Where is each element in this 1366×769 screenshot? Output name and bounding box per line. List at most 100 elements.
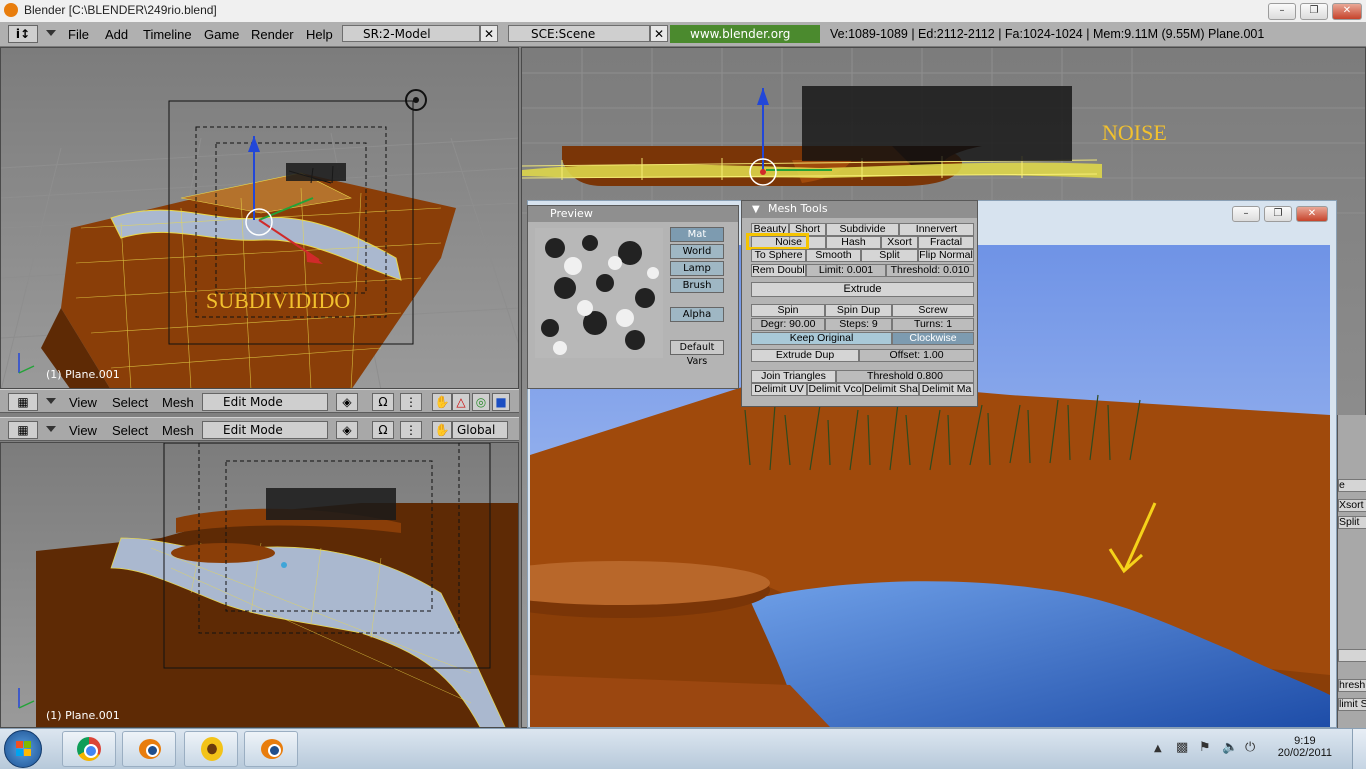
viewport-bottom-left[interactable]: (1) Plane.001 xyxy=(0,442,519,728)
mode-selector[interactable]: Edit Mode xyxy=(202,421,328,439)
delimit-uv-toggle[interactable]: Delimit UV xyxy=(751,383,807,396)
blender-website-link[interactable]: www.blender.org 249.2 xyxy=(670,25,820,59)
menu-select[interactable]: Select xyxy=(112,395,148,410)
menu-file[interactable]: File xyxy=(68,27,89,42)
menu-add[interactable]: Add xyxy=(105,27,128,42)
keep-original-toggle[interactable]: Keep Original xyxy=(751,332,892,345)
innervert-button[interactable]: Innervert xyxy=(899,223,974,236)
hash-button[interactable]: Hash xyxy=(826,236,881,249)
render-minimize-icon[interactable]: – xyxy=(1232,206,1260,222)
fractal-button[interactable]: Fractal xyxy=(918,236,974,249)
render-close-icon[interactable]: ✕ xyxy=(1296,206,1328,222)
steps-field[interactable]: Steps: 9 xyxy=(825,318,892,331)
translate-manipulator-icon[interactable]: ■ xyxy=(492,393,510,411)
to-sphere-button[interactable]: To Sphere xyxy=(751,249,806,262)
power-icon[interactable]: ⏻ xyxy=(1245,740,1255,755)
collapse-menu-icon[interactable] xyxy=(46,426,56,432)
subdivide-button[interactable]: Subdivide xyxy=(826,223,899,236)
chrome-taskbar-icon[interactable] xyxy=(62,731,116,767)
snap-icon[interactable]: ⋮ xyxy=(400,393,422,411)
menu-select[interactable]: Select xyxy=(112,423,148,438)
side-fragment-split[interactable]: Split xyxy=(1338,516,1366,529)
extrude-dup-button[interactable]: Extrude Dup xyxy=(751,349,859,362)
delimit-sha-toggle[interactable]: Delimit Sha xyxy=(863,383,919,396)
join-threshold-field[interactable]: Threshold 0.800 xyxy=(836,370,974,383)
side-fragment-e[interactable]: e xyxy=(1338,479,1366,492)
collapse-menu-icon[interactable] xyxy=(46,398,56,404)
xsort-button[interactable]: Xsort xyxy=(881,236,918,249)
network-icon[interactable]: ▩ xyxy=(1176,740,1188,755)
editor-type-icon[interactable]: ▦ xyxy=(8,393,38,411)
delimit-ma-toggle[interactable]: Delimit Ma xyxy=(919,383,974,396)
threshold-field[interactable]: Threshold: 0.010 xyxy=(886,264,974,277)
limit-field[interactable]: Limit: 0.001 xyxy=(806,264,886,277)
mode-selector[interactable]: Edit Mode xyxy=(202,393,328,411)
preview-alpha-button[interactable]: Alpha xyxy=(670,307,724,322)
flip-normal-button[interactable]: Flip Normal xyxy=(918,249,974,262)
side-fragment-xsort[interactable]: Xsort xyxy=(1338,499,1366,512)
split-button[interactable]: Split xyxy=(861,249,918,262)
blender-taskbar-icon[interactable] xyxy=(122,731,176,767)
side-fragment-o[interactable]: O xyxy=(1338,649,1366,662)
magnet-icon[interactable]: Ω xyxy=(372,393,394,411)
menu-render[interactable]: Render xyxy=(251,27,294,42)
menu-help[interactable]: Help xyxy=(306,27,333,42)
spin-button[interactable]: Spin xyxy=(751,304,825,317)
preview-lamp-button[interactable]: Lamp xyxy=(670,261,724,276)
pivot-icon[interactable]: ◈ xyxy=(336,421,358,439)
menu-mesh[interactable]: Mesh xyxy=(162,423,194,438)
snap-icon[interactable]: ⋮ xyxy=(400,421,422,439)
delimit-vco-toggle[interactable]: Delimit Vco xyxy=(807,383,863,396)
screen-selector[interactable]: SR:2-Model xyxy=(342,25,480,42)
hand-icon[interactable]: ✋ xyxy=(432,393,452,411)
hand-icon[interactable]: ✋ xyxy=(432,421,452,439)
menu-mesh[interactable]: Mesh xyxy=(162,395,194,410)
scene-stats: Ve:1089-1089 | Ed:2112-2112 | Fa:1024-10… xyxy=(830,27,1265,41)
rotate-manipulator-icon[interactable]: △ xyxy=(452,393,470,411)
side-fragment-threshold[interactable]: hresh xyxy=(1338,679,1366,692)
preview-world-button[interactable]: World xyxy=(670,244,724,259)
smooth-button[interactable]: Smooth xyxy=(806,249,861,262)
scale-manipulator-icon[interactable]: ◎ xyxy=(472,393,490,411)
delete-scene-icon[interactable]: ✕ xyxy=(650,25,668,42)
minimize-icon[interactable]: – xyxy=(1268,3,1296,20)
clockwise-toggle[interactable]: Clockwise xyxy=(892,332,974,345)
menu-game[interactable]: Game xyxy=(204,27,239,42)
screw-button[interactable]: Screw xyxy=(892,304,974,317)
pivot-icon[interactable]: ◈ xyxy=(336,393,358,411)
delete-screen-icon[interactable]: ✕ xyxy=(480,25,498,42)
orientation-selector[interactable]: Global xyxy=(452,421,508,439)
extrude-button[interactable]: Extrude xyxy=(751,282,974,297)
magnet-icon[interactable]: Ω xyxy=(372,421,394,439)
menu-view[interactable]: View xyxy=(69,423,97,438)
default-vars-button[interactable]: Default Vars xyxy=(670,340,724,367)
turns-field[interactable]: Turns: 1 xyxy=(892,318,974,331)
editor-type-icon[interactable]: ▦ xyxy=(8,421,38,439)
collapse-panel-icon[interactable]: ▼ xyxy=(752,204,760,215)
system-clock[interactable]: 9:19 20/02/2011 xyxy=(1278,735,1332,759)
scene-selector[interactable]: SCE:Scene xyxy=(508,25,650,42)
restore-icon[interactable]: ❐ xyxy=(1300,3,1328,20)
show-hidden-icons[interactable]: ▲ xyxy=(1154,743,1162,754)
preview-brush-button[interactable]: Brush xyxy=(670,278,724,293)
collapse-menu-icon[interactable] xyxy=(46,30,56,36)
volume-icon[interactable]: 🔈 xyxy=(1222,740,1238,755)
blender-taskbar-icon-2[interactable] xyxy=(244,731,298,767)
info-window-icon[interactable]: i↕ xyxy=(8,25,38,43)
remove-doubles-button[interactable]: Rem Doubl xyxy=(751,264,806,277)
spin-dup-button[interactable]: Spin Dup xyxy=(825,304,892,317)
image-viewer-taskbar-icon[interactable] xyxy=(184,731,238,767)
preview-mat-button[interactable]: Mat xyxy=(670,227,724,242)
side-fragment-delimit[interactable]: limit S xyxy=(1338,698,1366,711)
render-restore-icon[interactable]: ❐ xyxy=(1264,206,1292,222)
show-desktop-button[interactable] xyxy=(1352,729,1366,769)
join-triangles-button[interactable]: Join Triangles xyxy=(751,370,836,383)
start-button-icon[interactable] xyxy=(4,730,42,768)
close-window-icon[interactable]: ✕ xyxy=(1332,3,1362,20)
menu-view[interactable]: View xyxy=(69,395,97,410)
offset-field[interactable]: Offset: 1.00 xyxy=(859,349,974,362)
action-center-flag-icon[interactable]: ⚑ xyxy=(1199,740,1211,755)
degrees-field[interactable]: Degr: 90.00 xyxy=(751,318,825,331)
viewport-top-left[interactable]: SUBDIVIDIDO (1) Plane.001 xyxy=(0,47,519,389)
menu-timeline[interactable]: Timeline xyxy=(143,27,192,42)
